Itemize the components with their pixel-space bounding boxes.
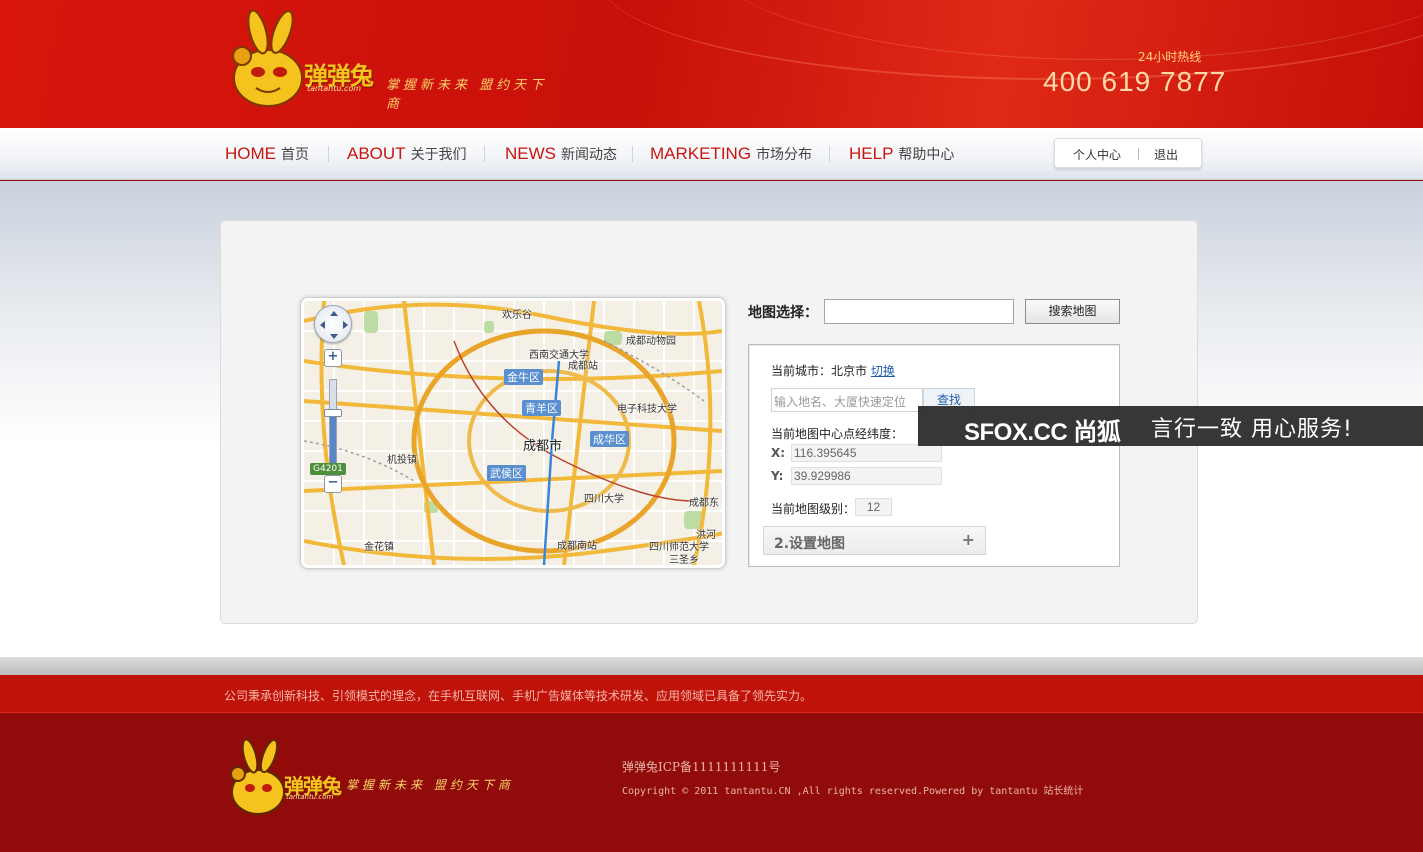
copyright-text: Copyright © 2011 tantantu.CN ,All rights… (622, 786, 1084, 797)
nav-item-marketing[interactable]: MARKETING 市场分布 (650, 144, 812, 166)
map-view[interactable]: 欢乐谷 西南交通大学 成都站 成都动物园 电子科技大学 机投镇 四川大学 成都东… (304, 301, 722, 565)
pan-arrows-icon (320, 311, 348, 339)
nav-item-news[interactable]: NEWS 新闻动态 (505, 144, 617, 166)
user-menu-separator (1138, 148, 1139, 160)
map-place-label: 成都站 (568, 361, 598, 372)
map-place-label: 机投镇 (387, 455, 417, 466)
logout-link[interactable]: 退出 (1154, 146, 1178, 163)
footer-logo[interactable]: 弹弹兔 tantantu.com 掌握新未来 盟约天下商 (228, 738, 528, 818)
main-nav: HOME 首页 ABOUT 关于我们 NEWS 新闻动态 MARKETING 市场分布 … (0, 128, 1423, 180)
nav-separator (632, 146, 633, 162)
footer-intro-text: 公司秉承创新科技、引领模式的理念，在手机互联网、手机广告媒体等技术研发、应用领域… (224, 689, 813, 703)
bunny-logo-icon (230, 738, 285, 815)
road-shield-label: G4201 (310, 463, 346, 475)
brand-slogan: 掌握新未来 盟约天下商 (346, 778, 514, 792)
nav-separator (484, 146, 485, 162)
search-map-button[interactable]: 搜索地图 (1025, 299, 1120, 324)
switch-city-link[interactable]: 切换 (871, 364, 895, 378)
map-district-label: 武侯区 (487, 465, 526, 481)
map-select-label: 地图选择： (748, 305, 818, 321)
hotline-label: 24小时热线 (1138, 50, 1202, 64)
bunny-logo-icon (232, 10, 303, 107)
zoom-slider-thumb[interactable] (324, 409, 342, 417)
nav-item-en: HELP (849, 144, 894, 163)
watermark-banner: SFOX.CC 尚狐 言行一致 用心服务! (918, 406, 1423, 446)
map-district-label: 金牛区 (504, 369, 543, 385)
map-pan-control[interactable] (314, 305, 352, 343)
map-place-label: 电子科技大学 (617, 404, 677, 415)
watermark-brand: SFOX.CC 尚狐 (964, 419, 1121, 446)
map-select-input[interactable] (824, 299, 1014, 324)
map-city-label: 成都市 (523, 439, 563, 454)
user-center-link[interactable]: 个人中心 (1073, 146, 1121, 163)
nav-item-en: HOME (225, 144, 276, 163)
y-value-field[interactable]: 39.929986 (791, 467, 942, 485)
footer-divider (0, 657, 1423, 675)
map-level-field[interactable]: 12 (855, 498, 892, 516)
map-district-label: 成华区 (590, 431, 629, 447)
nav-item-cn: 帮助中心 (898, 147, 955, 163)
zoom-in-button[interactable]: + (324, 349, 342, 367)
y-label: Y: (771, 469, 784, 483)
x-label: X: (771, 446, 786, 460)
map-place-label: 欢乐谷 (502, 310, 532, 321)
nav-item-cn: 关于我们 (410, 147, 467, 163)
map-place-label: 洪河 (696, 530, 716, 541)
nav-item-help[interactable]: HELP 帮助中心 (849, 144, 954, 166)
set-map-accordion[interactable]: 2.设置地图 + (763, 526, 986, 555)
nav-item-cn: 新闻动态 (561, 147, 617, 163)
brand-domain: tantantu.com (307, 84, 362, 93)
nav-item-home[interactable]: HOME 首页 (225, 144, 309, 166)
icp-record[interactable]: 弹弹兔ICP备1111111111号 (622, 758, 780, 775)
zoom-out-button[interactable]: − (324, 475, 342, 493)
nav-item-en: MARKETING (650, 144, 752, 163)
nav-item-en: NEWS (505, 144, 556, 163)
nav-item-cn: 市场分布 (756, 147, 813, 163)
zoom-slider-level (330, 413, 336, 467)
current-city-label: 当前城市： (771, 364, 832, 378)
nav-item-en: ABOUT (347, 144, 406, 163)
hotline-number: 400 619 7877 (1043, 66, 1227, 97)
accordion-title: 2.设置地图 (774, 536, 846, 552)
map-place-label: 四川大学 (584, 494, 624, 505)
expand-plus-icon: + (961, 530, 975, 549)
brand-slogan: 掌握新未来 盟约天下商 (386, 78, 548, 112)
current-city-value: 北京市 (831, 364, 868, 378)
map-info-panel: 当前城市：北京市 切换 输入地名、大厦快速定位 查找 当前地图中心点经纬度： X… (748, 344, 1120, 567)
map-place-label: 金花镇 (364, 542, 394, 553)
site-header: 弹弹兔 tantantu.com 掌握新未来 盟约天下商 24小时热线 400 … (0, 0, 1423, 128)
map-place-label: 三圣乡 (669, 555, 699, 565)
map-place-label: 成都东 (689, 498, 719, 509)
site-logo[interactable]: 弹弹兔 tantantu.com 掌握新未来 盟约天下商 (228, 10, 558, 112)
user-menu: 个人中心 退出 (1054, 138, 1202, 168)
x-value-field[interactable]: 116.395645 (791, 444, 942, 462)
center-coord-label: 当前地图中心点经纬度： (771, 427, 904, 441)
nav-separator (829, 146, 830, 162)
nav-separator (328, 146, 329, 162)
brand-domain: tantantu.com (286, 793, 334, 801)
nav-item-cn: 首页 (281, 147, 309, 163)
map-place-label: 成都动物园 (626, 336, 676, 347)
watermark-tagline: 言行一致 用心服务! (1151, 417, 1353, 442)
footer-intro-bar: 公司秉承创新科技、引领模式的理念，在手机互联网、手机广告媒体等技术研发、应用领域… (0, 675, 1423, 713)
current-city-row: 当前城市：北京市 切换 (771, 362, 895, 379)
location-search-input[interactable]: 输入地名、大厦快速定位 (771, 388, 923, 412)
nav-item-about[interactable]: ABOUT 关于我们 (347, 144, 467, 166)
map-level-label: 当前地图级别： (771, 502, 856, 516)
map-place-label: 成都南站 (557, 541, 597, 552)
map-district-label: 青羊区 (522, 400, 561, 416)
